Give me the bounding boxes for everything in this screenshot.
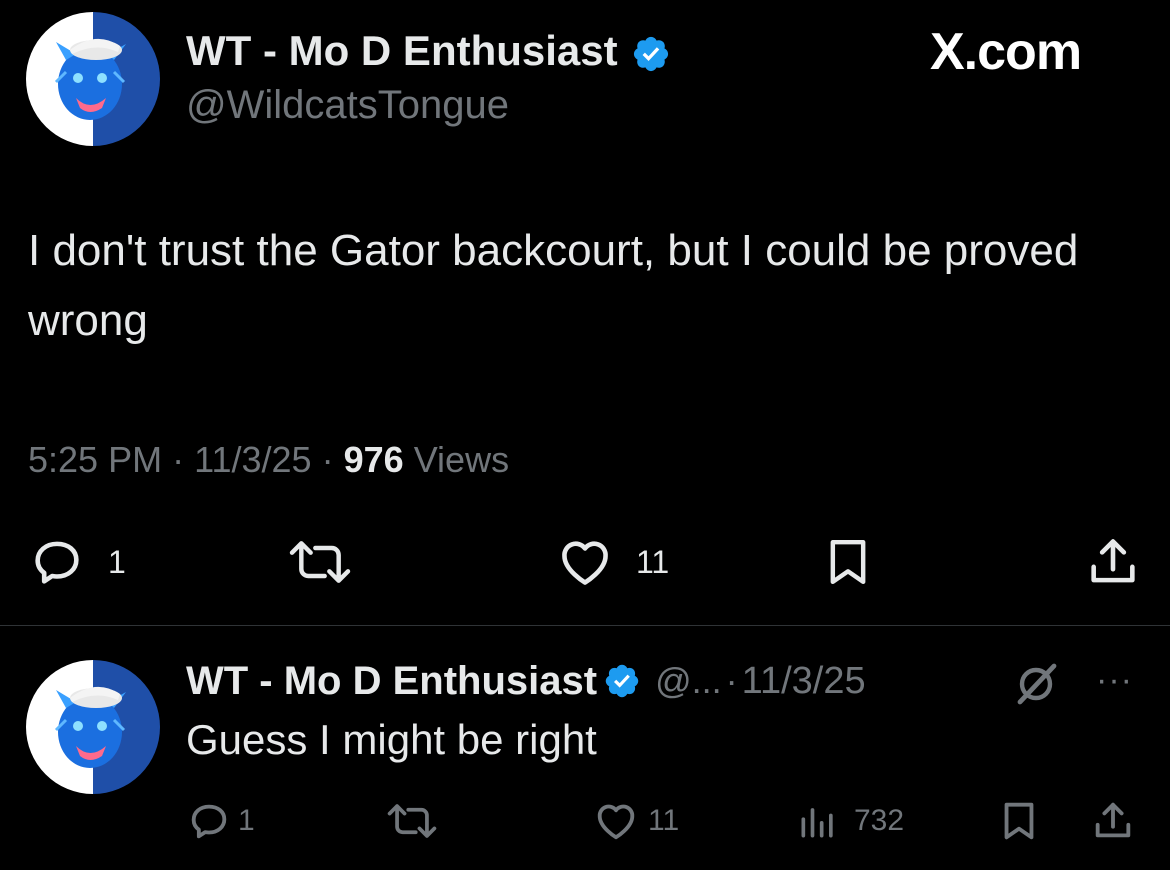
meta-separator: · [172, 439, 185, 480]
bookmark-button[interactable] [820, 532, 876, 592]
reply-icon [35, 541, 79, 584]
repost-icon [289, 541, 351, 583]
grok-button[interactable] [1012, 660, 1060, 708]
views-label: Views [413, 439, 510, 480]
reply-like-count: 11 [648, 804, 680, 837]
tweet-time[interactable]: 5:25 PM [28, 439, 162, 480]
reply-reply-count: 1 [238, 804, 255, 837]
reply-handle[interactable]: @... [655, 660, 722, 702]
reply-repost-button[interactable] [384, 798, 440, 844]
reply-icon [191, 804, 227, 839]
wildcat-avatar-icon [54, 38, 126, 120]
reply-author-avatar[interactable] [26, 660, 160, 794]
share-button[interactable] [1084, 532, 1142, 592]
reply-bookmark-button[interactable] [996, 798, 1042, 844]
repost-button[interactable] [284, 534, 356, 590]
tweet-date[interactable]: 11/3/25 [194, 439, 311, 480]
share-icon [1095, 802, 1131, 838]
verified-badge-icon [634, 36, 669, 71]
tweet-meta: 5:25 PM · 11/3/25 · 976 Views [28, 438, 509, 482]
tweet-divider [0, 625, 1170, 626]
brand-logo: X.com [930, 23, 1082, 81]
views-count: 976 [343, 439, 404, 480]
reply-date[interactable]: 11/3/25 [742, 660, 866, 703]
author-handle[interactable]: @WildcatsTongue [186, 80, 509, 130]
author-name-text: WT - Mo D Enthusiast [186, 27, 618, 74]
like-count: 11 [636, 543, 670, 580]
grok-icon [1017, 663, 1057, 705]
reply-header: WT - Mo D Enthusiast @... · 11/3/25 [186, 656, 866, 706]
more-button[interactable]: ··· [1096, 660, 1133, 700]
reply-count: 1 [108, 543, 126, 580]
views-icon [801, 808, 833, 838]
meta-separator: · [321, 439, 334, 480]
like-icon [562, 541, 608, 585]
reply-views-button[interactable]: 732 [796, 798, 904, 844]
more-icon: ··· [1096, 661, 1133, 699]
like-icon [597, 804, 635, 840]
author-name[interactable]: WT - Mo D Enthusiast [186, 26, 671, 76]
bookmark-icon [1004, 802, 1034, 840]
share-icon [1091, 539, 1135, 583]
wildcat-avatar-icon [54, 686, 126, 768]
reply-views-count: 732 [854, 804, 905, 837]
tweet-text: I don't trust the Gator backcourt, but I… [28, 226, 1079, 345]
repost-icon [387, 804, 437, 838]
reply-meta-separator: · [725, 660, 738, 701]
reply-author-name[interactable]: WT - Mo D Enthusiast [186, 659, 597, 704]
reply-reply-button[interactable]: 1 [186, 798, 255, 844]
like-button[interactable]: 11 [554, 534, 669, 590]
reply-like-button[interactable]: 11 [590, 798, 679, 844]
bookmark-icon [830, 539, 866, 585]
reply-share-button[interactable] [1090, 798, 1136, 844]
author-avatar[interactable] [26, 12, 160, 146]
reply-text: Guess I might be right [186, 716, 597, 763]
reply-button[interactable]: 1 [28, 534, 126, 590]
verified-badge-icon [605, 664, 639, 698]
